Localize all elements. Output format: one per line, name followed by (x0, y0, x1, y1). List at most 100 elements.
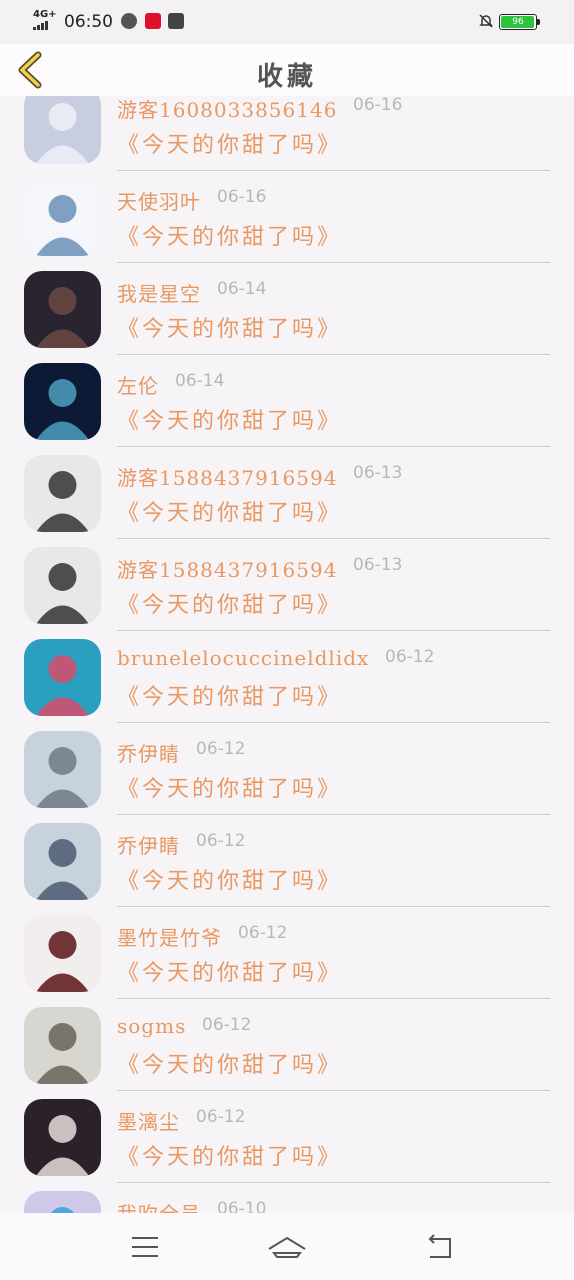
divider (117, 354, 550, 355)
favorite-date: 06-13 (353, 555, 403, 575)
user-name[interactable]: 天使羽叶 (117, 186, 201, 215)
divider (117, 630, 550, 631)
avatar[interactable] (24, 455, 101, 532)
divider (117, 1182, 550, 1183)
divider (117, 262, 550, 263)
favorite-date: 06-12 (196, 831, 246, 851)
user-name[interactable]: 左伦 (117, 370, 159, 399)
story-title[interactable]: 《今天的你甜了吗》 (117, 495, 342, 527)
avatar-image (24, 823, 101, 900)
user-name[interactable]: 游客1608033856146 (117, 96, 337, 123)
avatar-image (24, 1191, 101, 1213)
user-name[interactable]: 我吹全员 (117, 1198, 201, 1213)
favorite-date: 06-12 (196, 739, 246, 759)
story-title[interactable]: 《今天的你甜了吗》 (117, 219, 342, 251)
avatar[interactable] (24, 363, 101, 440)
divider (117, 170, 550, 171)
story-title[interactable]: 《今天的你甜了吗》 (117, 1139, 342, 1171)
favorite-item[interactable]: 墨漓尘 06-12 《今天的你甜了吗》 (0, 1093, 574, 1185)
user-name[interactable]: 游客1588437916594 (117, 462, 337, 491)
story-title[interactable]: 《今天的你甜了吗》 (117, 403, 342, 435)
header: 收藏 (0, 44, 574, 96)
avatar[interactable] (24, 1007, 101, 1084)
avatar-image (24, 547, 101, 624)
avatar-image (24, 731, 101, 808)
favorite-item[interactable]: 游客1588437916594 06-13 《今天的你甜了吗》 (0, 449, 574, 541)
avatar[interactable] (24, 547, 101, 624)
status-bar: 4G+ 06:50 96 (0, 0, 574, 44)
favorite-item[interactable]: 游客1608033856146 06-16 《今天的你甜了吗》 (0, 96, 574, 173)
avatar[interactable] (24, 271, 101, 348)
favorite-date: 06-12 (238, 923, 288, 943)
battery-icon: 96 (499, 14, 540, 30)
divider (117, 446, 550, 447)
user-name[interactable]: 乔伊睛 (117, 738, 180, 767)
divider (117, 538, 550, 539)
favorite-date: 06-13 (353, 463, 403, 483)
user-name[interactable]: sogms (117, 1014, 186, 1038)
favorite-date: 06-16 (217, 187, 267, 207)
avatar[interactable] (24, 1099, 101, 1176)
avatar[interactable] (24, 823, 101, 900)
news-app-icon (145, 13, 161, 29)
network-type: 4G+ (33, 9, 57, 20)
menu-button[interactable] (124, 1227, 164, 1267)
avatar-image (24, 1007, 101, 1084)
avatar-image (24, 179, 101, 256)
favorite-item[interactable]: 乔伊睛 06-12 《今天的你甜了吗》 (0, 817, 574, 909)
user-name[interactable]: brunelelocuccineldlidx (117, 646, 369, 670)
back-nav-button[interactable] (420, 1227, 460, 1267)
home-icon (268, 1236, 306, 1258)
mute-bell-icon (479, 14, 493, 28)
divider (117, 906, 550, 907)
favorite-item[interactable]: brunelelocuccineldlidx 06-12 《今天的你甜了吗》 (0, 633, 574, 725)
favorite-date: 06-16 (353, 96, 403, 115)
user-name[interactable]: 墨竹是竹爷 (117, 922, 222, 951)
story-title[interactable]: 《今天的你甜了吗》 (117, 863, 342, 895)
page-title: 收藏 (256, 62, 317, 92)
home-button[interactable] (267, 1227, 307, 1267)
avatar[interactable] (24, 179, 101, 256)
avatar[interactable] (24, 639, 101, 716)
favorite-item[interactable]: 左伦 06-14 《今天的你甜了吗》 (0, 357, 574, 449)
story-title[interactable]: 《今天的你甜了吗》 (117, 311, 342, 343)
menu-icon (132, 1237, 158, 1257)
system-nav-bar (0, 1213, 574, 1280)
divider (117, 998, 550, 999)
favorite-date: 06-12 (385, 647, 435, 667)
story-title[interactable]: 《今天的你甜了吗》 (117, 679, 342, 711)
favorites-list[interactable]: 游客1608033856146 06-16 《今天的你甜了吗》 天使羽叶 06-16 《今… (0, 96, 574, 1213)
favorite-item[interactable]: 我是星空 06-14 《今天的你甜了吗》 (0, 265, 574, 357)
favorite-item[interactable]: sogms 06-12 《今天的你甜了吗》 (0, 1001, 574, 1093)
avatar-image (24, 639, 101, 716)
story-title[interactable]: 《今天的你甜了吗》 (117, 587, 342, 619)
avatar[interactable] (24, 731, 101, 808)
favorite-item[interactable]: 天使羽叶 06-16 《今天的你甜了吗》 (0, 173, 574, 265)
story-title[interactable]: 《今天的你甜了吗》 (117, 127, 342, 159)
avatar-image (24, 363, 101, 440)
divider (117, 1090, 550, 1091)
user-name[interactable]: 乔伊睛 (117, 830, 180, 859)
user-name[interactable]: 墨漓尘 (117, 1106, 180, 1135)
favorite-item[interactable]: 乔伊睛 06-12 《今天的你甜了吗》 (0, 725, 574, 817)
favorite-date: 06-12 (202, 1015, 252, 1035)
story-title[interactable]: 《今天的你甜了吗》 (117, 1047, 342, 1079)
favorite-item[interactable]: 我吹全员06-10《今天的你甜了吗》 (0, 1185, 574, 1213)
favorite-item[interactable]: 游客1588437916594 06-13 《今天的你甜了吗》 (0, 541, 574, 633)
notification-app-icon (121, 13, 137, 29)
favorite-date: 06-12 (196, 1107, 246, 1127)
signal-icon: 4G+ (33, 10, 57, 30)
status-time: 06:50 (64, 12, 113, 32)
avatar[interactable] (24, 1191, 101, 1213)
avatar-image (24, 455, 101, 532)
user-name[interactable]: 游客1588437916594 (117, 554, 337, 583)
favorite-item[interactable]: 墨竹是竹爷 06-12 《今天的你甜了吗》 (0, 909, 574, 1001)
return-icon (428, 1234, 451, 1258)
avatar[interactable] (24, 915, 101, 992)
store-app-icon (168, 13, 184, 29)
story-title[interactable]: 《今天的你甜了吗》 (117, 955, 342, 987)
user-name[interactable]: 我是星空 (117, 278, 201, 307)
divider (117, 722, 550, 723)
avatar[interactable] (24, 96, 101, 164)
story-title[interactable]: 《今天的你甜了吗》 (117, 771, 342, 803)
